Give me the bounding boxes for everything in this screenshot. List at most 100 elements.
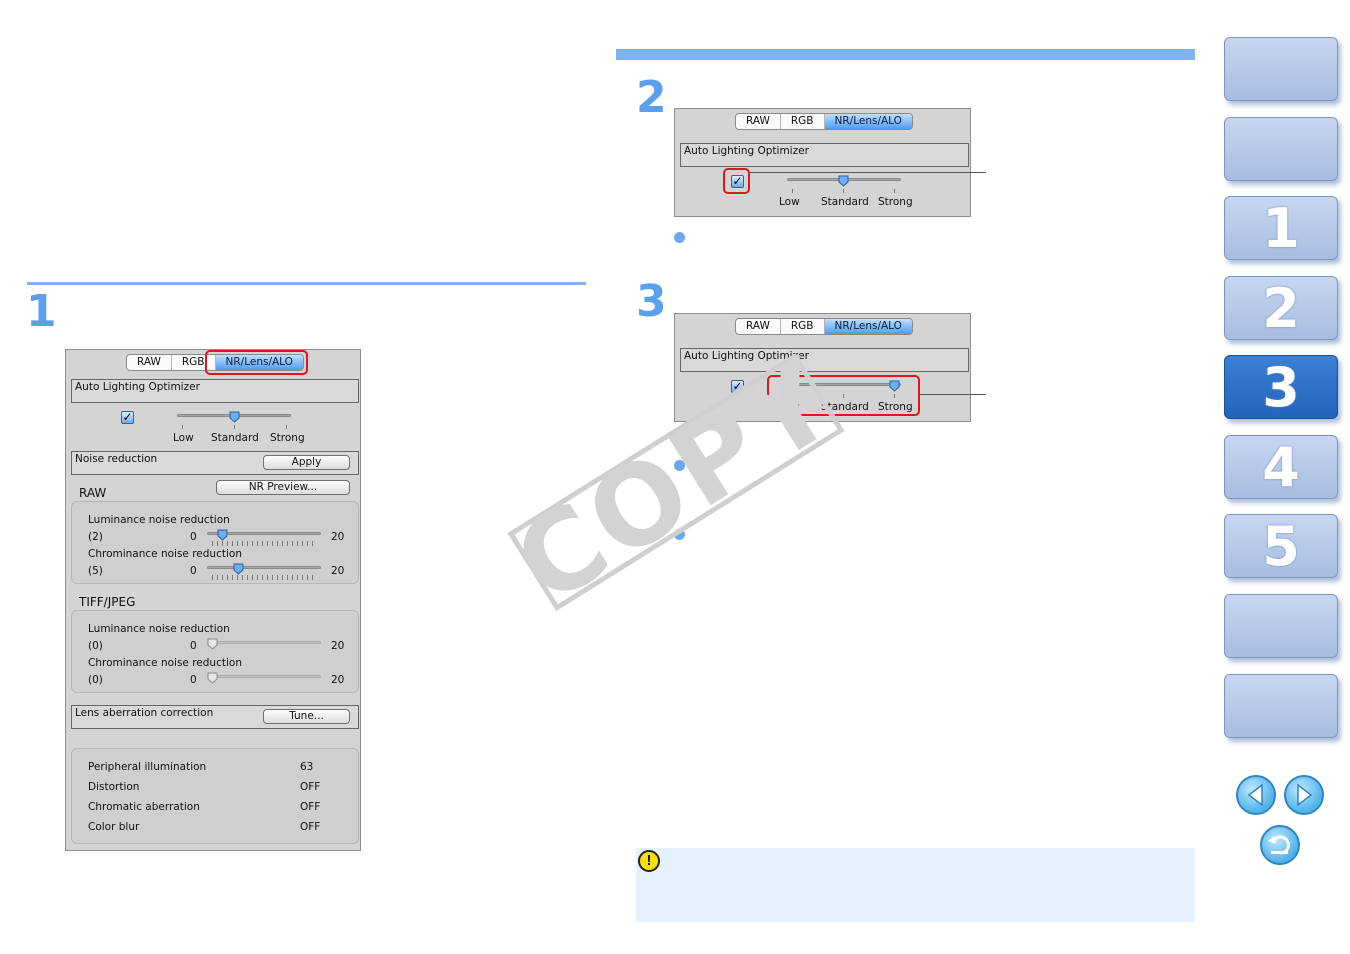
- nav-button-chapter-2[interactable]: 2: [1224, 276, 1338, 340]
- nr-preview-button[interactable]: NR Preview...: [216, 480, 350, 495]
- raw-section-label: RAW: [79, 486, 107, 500]
- nav-button-reference[interactable]: [1224, 594, 1338, 658]
- raw-luminance-max: 20: [331, 531, 345, 543]
- alo-label-strong: Strong: [270, 432, 305, 444]
- nav-button-chapter-3[interactable]: 3: [1224, 355, 1338, 419]
- step2-tick-standard: [843, 189, 844, 193]
- aberration-row: Chromatic aberration OFF: [88, 801, 322, 821]
- step3-alo-header: Auto Lighting Optimizer: [680, 348, 969, 372]
- tab-highlight-step1: [205, 350, 308, 375]
- step2-tick-low: [792, 189, 793, 193]
- noise-reduction-label: Noise reduction: [75, 453, 158, 465]
- aberration-row-value: OFF: [300, 821, 321, 833]
- prev-page-button[interactable]: [1236, 775, 1276, 815]
- nav-button-chapter-1[interactable]: 1: [1224, 196, 1338, 260]
- step-number-1: 1: [26, 286, 57, 337]
- nav-button-chapter-5[interactable]: 5: [1224, 514, 1338, 578]
- aberration-row-name: Color blur: [88, 821, 140, 833]
- step3-tab-bar: RAW RGB NR/Lens/ALO: [735, 318, 913, 335]
- raw-luminance-min: 0: [190, 531, 197, 543]
- tiff-jpeg-section-label: TIFF/JPEG: [79, 595, 136, 609]
- aberration-rows: Peripheral illumination 63 Distortion OFF Ch…: [88, 761, 322, 841]
- aberration-row: Peripheral illumination 63: [88, 761, 322, 781]
- return-button[interactable]: [1260, 825, 1300, 865]
- tiff-chrominance-thumb: [207, 672, 218, 684]
- step2-alo-title: Auto Lighting Optimizer: [684, 145, 809, 157]
- right-arrow-icon: [1297, 783, 1313, 807]
- step2-tick-strong: [894, 189, 895, 193]
- section-rule-right: [616, 49, 1195, 60]
- step-number-3: 3: [636, 276, 667, 327]
- tiff-chrominance-track: [207, 675, 321, 678]
- checkbox-highlight-step2: [723, 168, 750, 194]
- raw-chrominance-min: 0: [190, 565, 197, 577]
- caution-icon: !: [638, 850, 660, 872]
- alo-slider-thumb[interactable]: [229, 411, 240, 423]
- step2-leader-line: [750, 172, 986, 173]
- step2-alo-thumb[interactable]: [838, 175, 849, 187]
- alo-tick-low: [182, 425, 183, 429]
- aberration-row-value: 63: [300, 761, 314, 773]
- raw-luminance-ticks: [212, 541, 317, 546]
- left-arrow-icon: [1247, 783, 1263, 807]
- tiff-luminance-track: [207, 641, 321, 644]
- step2-alo-header: Auto Lighting Optimizer: [680, 143, 969, 167]
- raw-chrominance-value: (5): [88, 565, 103, 577]
- step2-tab-raw[interactable]: RAW: [736, 114, 781, 129]
- caution-box: [636, 848, 1195, 922]
- raw-luminance-value: (2): [88, 531, 103, 543]
- nav-button-contents[interactable]: [1224, 117, 1338, 181]
- raw-chrominance-label: Chrominance noise reduction: [88, 548, 242, 560]
- nav-button-chapter-4[interactable]: 4: [1224, 435, 1338, 499]
- section-rule-left: [27, 282, 586, 285]
- aberration-row-name: Distortion: [88, 781, 140, 793]
- tiff-luminance-value: (0): [88, 640, 103, 652]
- nav-button-introduction[interactable]: [1224, 37, 1338, 101]
- step2-label-strong: Strong: [878, 196, 913, 208]
- step2-tab-rgb[interactable]: RGB: [781, 114, 825, 129]
- step-number-2: 2: [636, 72, 667, 123]
- step3-leader-line: [920, 394, 986, 395]
- raw-chrominance-max: 20: [331, 565, 345, 577]
- alo-tick-strong: [286, 425, 287, 429]
- tune-button[interactable]: Tune...: [263, 709, 350, 724]
- aberration-row-value: OFF: [300, 781, 321, 793]
- step3-tab-nr-lens-alo[interactable]: NR/Lens/ALO: [824, 319, 912, 334]
- raw-chrominance-track[interactable]: [207, 566, 321, 569]
- alo-label-standard: Standard: [211, 432, 259, 444]
- aberration-row-name: Peripheral illumination: [88, 761, 207, 773]
- tiff-chrominance-max: 20: [331, 674, 345, 686]
- raw-luminance-thumb[interactable]: [217, 529, 228, 541]
- aberration-row-value: OFF: [300, 801, 321, 813]
- tiff-luminance-thumb: [207, 638, 218, 650]
- step2-bullet: [674, 232, 685, 243]
- tiff-luminance-max: 20: [331, 640, 345, 652]
- tiff-luminance-min: 0: [190, 640, 197, 652]
- raw-chrominance-thumb[interactable]: [233, 563, 244, 575]
- tiff-luminance-label: Luminance noise reduction: [88, 623, 230, 635]
- alo-title: Auto Lighting Optimizer: [75, 381, 200, 393]
- lens-aberration-label: Lens aberration correction: [75, 707, 214, 719]
- tiff-chrominance-label: Chrominance noise reduction: [88, 657, 242, 669]
- alo-tick-standard: [234, 425, 235, 429]
- aberration-row: Distortion OFF: [88, 781, 322, 801]
- alo-label-low: Low: [173, 432, 194, 444]
- tiff-chrominance-value: (0): [88, 674, 103, 686]
- alo-header: Auto Lighting Optimizer: [71, 379, 359, 403]
- step2-tab-bar: RAW RGB NR/Lens/ALO: [735, 113, 913, 130]
- alo-checkbox[interactable]: ✓: [121, 411, 134, 424]
- step2-label-low: Low: [779, 196, 800, 208]
- step3-tab-raw[interactable]: RAW: [736, 319, 781, 334]
- aberration-row-name: Chromatic aberration: [88, 801, 200, 813]
- next-page-button[interactable]: [1284, 775, 1324, 815]
- raw-chrominance-ticks: [212, 575, 317, 580]
- apply-button[interactable]: Apply: [263, 455, 350, 470]
- nav-button-index[interactable]: [1224, 674, 1338, 738]
- step2-tab-nr-lens-alo[interactable]: NR/Lens/ALO: [824, 114, 912, 129]
- alo-panel-step2: RAW RGB NR/Lens/ALO Auto Lighting Optimi…: [674, 108, 971, 217]
- tiff-chrominance-min: 0: [190, 674, 197, 686]
- step3-tab-rgb[interactable]: RGB: [781, 319, 825, 334]
- nr-lens-alo-panel: RAW RGB NR/Lens/ALO Auto Lighting Optimi…: [65, 349, 361, 851]
- aberration-row: Color blur OFF: [88, 821, 322, 841]
- tab-raw[interactable]: RAW: [127, 355, 172, 370]
